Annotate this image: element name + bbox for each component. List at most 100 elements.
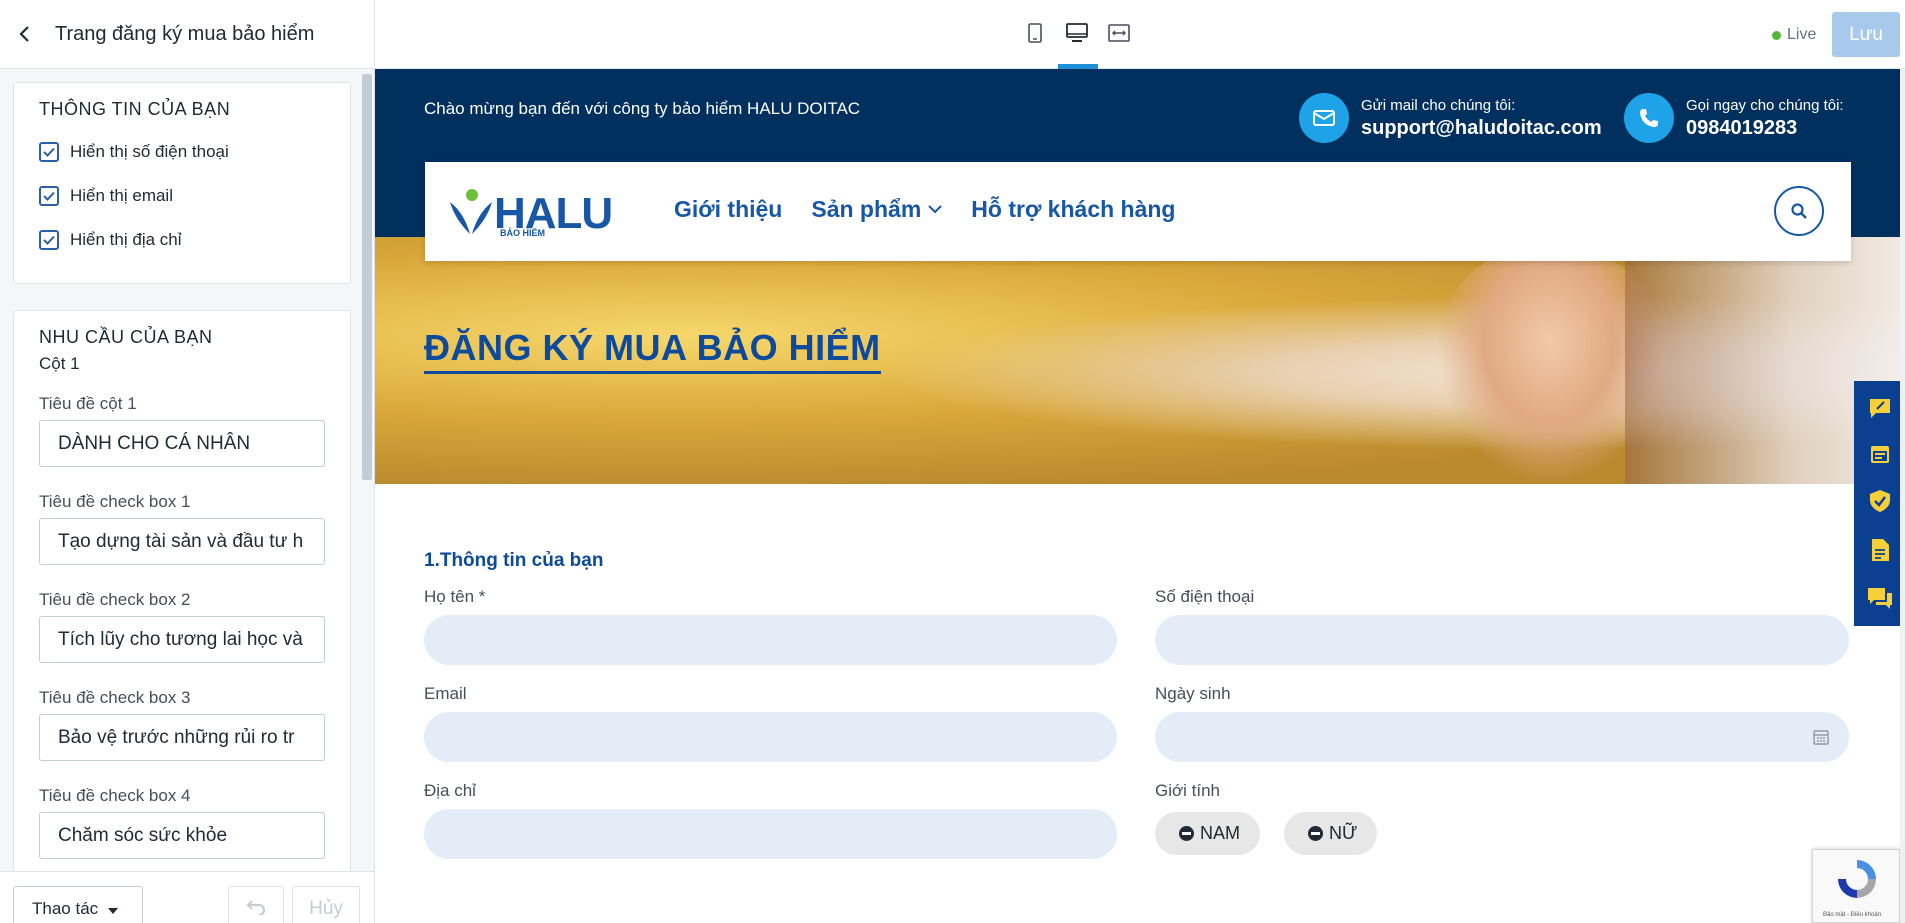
live-dot-icon: [1772, 30, 1781, 40]
nav-item-support[interactable]: Hỗ trợ khách hàng: [971, 196, 1175, 223]
checkbox-2-title-input[interactable]: Tích lũy cho tương lai học và: [39, 616, 325, 663]
nav-item-products[interactable]: Sản phẩm: [811, 196, 942, 223]
gender-option-female[interactable]: NỮ: [1284, 812, 1378, 855]
dob-label: Ngày sinh: [1155, 684, 1231, 703]
email-label: Gửi mail cho chúng tôi:: [1361, 96, 1516, 114]
email-input[interactable]: [424, 712, 1117, 762]
search-icon: [1791, 203, 1807, 219]
hero-banner: ĐĂNG KÝ MUA BẢO HIỂM: [375, 237, 1905, 484]
minus-circle-icon: [1179, 826, 1194, 841]
site-logo[interactable]: HALU BẢO HIỂM: [448, 188, 613, 238]
nav-item-about[interactable]: Giới thiệu: [674, 196, 782, 223]
editor-panel: Trang đăng ký mua bảo hiểm THÔNG TIN CỦA…: [0, 0, 375, 923]
chevron-down-icon: [928, 205, 942, 214]
column-title-input[interactable]: DÀNH CHO CÁ NHÂN: [39, 420, 325, 467]
desktop-view-icon[interactable]: [1066, 22, 1088, 44]
checkbox-label: Hiển thị số điện thoại: [70, 142, 229, 161]
checkbox-3-title-input[interactable]: Bảo vệ trước những rủi ro tr: [39, 714, 325, 761]
site-search-button[interactable]: [1774, 186, 1824, 236]
column-subtitle: Cột 1: [39, 354, 80, 373]
recaptcha-text: Bảo mật - Điều khoản: [1823, 912, 1882, 918]
email-field-label: Email: [424, 684, 467, 703]
field-label: Tiêu đề check box 4: [39, 786, 191, 805]
cancel-button[interactable]: Hủy: [292, 886, 360, 923]
shield-check-icon[interactable]: [1869, 489, 1891, 513]
nav-item-label: Sản phẩm: [811, 196, 922, 222]
checkbox-checked-icon[interactable]: [39, 186, 59, 206]
site-navbar: HALU BẢO HIỂM Giới thiệu Sản phẩm Hỗ trợ…: [425, 162, 1851, 261]
checkbox-checked-icon[interactable]: [39, 230, 59, 250]
caret-down-icon: [108, 899, 119, 919]
contact-phone: Gọi ngay cho chúng tôi: 0984019283: [1624, 93, 1844, 143]
editor-footer: Thao tác Hủy: [0, 871, 374, 923]
checkbox-label: Hiển thị email: [70, 186, 173, 205]
checkbox-checked-icon[interactable]: [39, 142, 59, 162]
logo-mark-icon: [450, 189, 492, 234]
address-input[interactable]: [424, 809, 1117, 859]
mail-icon: [1299, 93, 1349, 143]
document-icon[interactable]: [1870, 538, 1890, 562]
edit-note-icon[interactable]: [1868, 397, 1892, 419]
editor-scrollbar[interactable]: [362, 74, 372, 480]
live-label: Live: [1787, 26, 1817, 43]
checkbox-show-email[interactable]: Hiển thị email: [39, 174, 325, 218]
gender-label: Giới tính: [1155, 781, 1221, 800]
undo-button[interactable]: [228, 886, 284, 923]
checkbox-show-phone[interactable]: Hiển thị số điện thoại: [39, 130, 325, 174]
recaptcha-badge[interactable]: Bảo mật - Điều khoản: [1812, 849, 1900, 923]
section-your-info: THÔNG TIN CỦA BẠN Hiển thị số điện thoại…: [13, 82, 351, 284]
undo-icon: [246, 899, 266, 920]
name-input[interactable]: [424, 615, 1117, 665]
app-root: Trang đăng ký mua bảo hiểm THÔNG TIN CỦA…: [0, 0, 1905, 923]
site-nav: Giới thiệu Sản phẩm Hỗ trợ khách hàng: [674, 196, 1176, 223]
calendar-icon[interactable]: [1813, 729, 1829, 745]
fullwidth-view-icon[interactable]: [1108, 22, 1130, 44]
checkbox-label: Hiển thị địa chỉ: [70, 230, 182, 249]
save-button[interactable]: Lưu: [1832, 12, 1900, 57]
section-heading: THÔNG TIN CỦA BẠN: [39, 99, 231, 119]
checkbox-show-address[interactable]: Hiển thị địa chỉ: [39, 218, 325, 262]
device-switcher: [1024, 22, 1130, 44]
site-preview: Chào mừng bạn đến với công ty bảo hiểm H…: [375, 69, 1905, 923]
section-your-needs: NHU CẦU CỦA BẠN Cột 1 Tiêu đề cột 1 DÀNH…: [13, 310, 351, 871]
actions-dropdown-button[interactable]: Thao tác: [13, 886, 143, 923]
phone-field-label: Số điện thoại: [1155, 587, 1255, 606]
preview-scrollbar[interactable]: [1900, 69, 1905, 923]
section-heading: NHU CẦU CỦA BẠN: [39, 327, 213, 347]
editor-title: Trang đăng ký mua bảo hiểm: [55, 22, 315, 45]
phone-label: Gọi ngay cho chúng tôi:: [1686, 96, 1844, 114]
field-label: Tiêu đề check box 1: [39, 492, 191, 511]
name-label: Họ tên *: [424, 587, 486, 606]
gender-option-label: NAM: [1200, 823, 1240, 843]
contact-email: Gửi mail cho chúng tôi: support@haludoit…: [1299, 93, 1602, 143]
mobile-view-icon[interactable]: [1024, 22, 1046, 44]
dob-input[interactable]: [1155, 712, 1849, 762]
gender-option-male[interactable]: NAM: [1155, 812, 1260, 855]
field-label: Tiêu đề check box 2: [39, 590, 191, 609]
field-label: Tiêu đề cột 1: [39, 394, 137, 413]
editor-header: Trang đăng ký mua bảo hiểm: [0, 0, 374, 69]
phone-icon: [1624, 93, 1674, 143]
form-section-title: 1.Thông tin của bạn: [424, 550, 604, 571]
floating-toolbar: [1854, 381, 1905, 626]
logo-tagline: BẢO HIỂM: [500, 228, 545, 238]
preview-toolbar: Live Lưu: [375, 0, 1905, 69]
welcome-text: Chào mừng bạn đến với công ty bảo hiểm H…: [424, 99, 861, 118]
editor-scroll-area: THÔNG TIN CỦA BẠN Hiển thị số điện thoại…: [0, 69, 362, 871]
phone-input[interactable]: [1155, 615, 1849, 665]
gender-option-label: NỮ: [1329, 823, 1358, 843]
address-label: Địa chỉ: [424, 781, 476, 800]
actions-label: Thao tác: [32, 899, 99, 918]
calendar-icon[interactable]: [1869, 443, 1891, 465]
live-status: Live: [1772, 26, 1816, 44]
chat-icon[interactable]: [1867, 586, 1893, 610]
phone-value[interactable]: 0984019283: [1686, 117, 1844, 140]
checkbox-4-title-input[interactable]: Chăm sóc sức khỏe: [39, 812, 325, 859]
field-label: Tiêu đề check box 3: [39, 688, 191, 707]
back-arrow-icon[interactable]: [18, 25, 36, 43]
email-value[interactable]: support@haludoitac.com: [1361, 117, 1602, 140]
recaptcha-icon: [1838, 860, 1876, 898]
hero-title: ĐĂNG KÝ MUA BẢO HIỂM: [424, 327, 881, 374]
minus-circle-icon: [1308, 826, 1323, 841]
checkbox-1-title-input[interactable]: Tạo dựng tài sản và đầu tư h: [39, 518, 325, 565]
